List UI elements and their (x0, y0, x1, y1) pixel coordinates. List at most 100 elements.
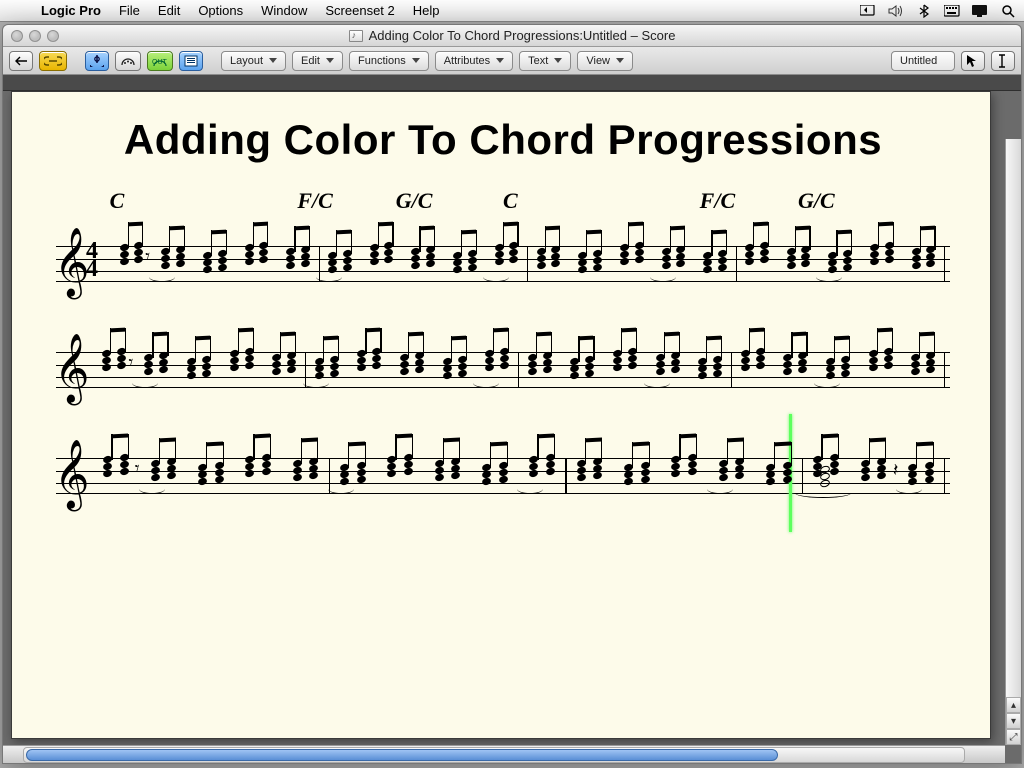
text-menu[interactable]: Text (519, 51, 571, 71)
note-stem (365, 442, 366, 466)
back-button[interactable] (9, 51, 33, 71)
text-tool[interactable] (991, 51, 1015, 71)
chord-symbol[interactable]: C (110, 188, 125, 214)
chord-symbol[interactable]: F/C (700, 188, 735, 214)
footer-bar (3, 745, 1005, 763)
view-menu[interactable]: View (577, 51, 633, 71)
tie (650, 272, 676, 282)
note-stem (476, 230, 477, 254)
beam (253, 222, 268, 227)
beam (795, 226, 810, 231)
link-button[interactable] (39, 51, 67, 71)
note-stem (551, 332, 552, 356)
window-titlebar[interactable]: Adding Color To Chord Progressions:Untit… (3, 25, 1021, 47)
beam (238, 328, 253, 333)
note-stem (508, 328, 509, 352)
tie (896, 484, 922, 494)
page-view-button[interactable] (179, 51, 203, 71)
beam (408, 332, 423, 337)
note-stem (743, 438, 744, 462)
beam (877, 328, 892, 333)
note-stem (933, 442, 934, 466)
note-stem (696, 434, 697, 458)
chord-symbol[interactable]: F/C (297, 188, 332, 214)
beam (253, 434, 270, 439)
note-stem (849, 336, 850, 360)
note-stem (554, 434, 555, 458)
score-title[interactable]: Adding Color To Chord Progressions (56, 116, 950, 164)
menu-edit[interactable]: Edit (149, 3, 189, 18)
time-signature[interactable]: 4 4 (86, 242, 98, 278)
barline (736, 246, 737, 282)
menu-options[interactable]: Options (189, 3, 252, 18)
midi-in-button[interactable] (115, 51, 141, 71)
attributes-menu[interactable]: Attributes (435, 51, 513, 71)
scroll-down-icon[interactable]: ▾ (1006, 713, 1021, 729)
note-stem (338, 336, 339, 360)
spotlight-icon[interactable] (1000, 3, 1016, 19)
minimize-button[interactable] (29, 30, 41, 42)
quarter-rest: 𝄽 (893, 460, 899, 481)
pointer-tool[interactable] (961, 51, 985, 71)
score-page[interactable]: Adding Color To Chord Progressions C F/C… (11, 91, 991, 739)
note-stem (175, 438, 176, 462)
beam (536, 332, 551, 337)
region-name-field[interactable]: Untitled (891, 51, 955, 71)
treble-clef-icon: 𝄞 (54, 444, 89, 504)
chevron-down-icon (269, 58, 277, 63)
scroll-thumb[interactable] (26, 749, 778, 761)
scroll-up-icon[interactable]: ▴ (1006, 697, 1021, 713)
beam (537, 434, 554, 439)
note-stem (167, 332, 168, 356)
staff-system[interactable]: 𝄞 𝄾 (56, 324, 950, 410)
note-stem (934, 226, 935, 250)
functions-menu[interactable]: Functions (349, 51, 429, 71)
note-stem (507, 442, 508, 466)
beam (711, 230, 726, 235)
menu-file[interactable]: File (110, 3, 149, 18)
note-stem (791, 442, 792, 466)
beam (443, 438, 460, 443)
chord-symbol[interactable]: G/C (396, 188, 433, 214)
staff-system[interactable]: 𝄞 4 4 𝄾 (56, 218, 950, 304)
beam (578, 336, 593, 341)
beam (294, 226, 309, 231)
beam (503, 222, 518, 227)
menu-help[interactable]: Help (404, 3, 449, 18)
note-stem (636, 328, 637, 352)
beam (545, 226, 560, 231)
scroll-corner: ⤢ (1006, 729, 1021, 745)
staff-system[interactable]: 𝄞 𝄾 𝄽 (56, 430, 950, 516)
midi-out-button[interactable]: OUT (147, 51, 173, 71)
beam (628, 222, 643, 227)
beam (664, 332, 679, 337)
app-name-menu[interactable]: Logic Pro (32, 3, 110, 18)
note-stem (838, 434, 839, 458)
layout-menu[interactable]: Layout (221, 51, 286, 71)
eighth-rest: 𝄾 (135, 458, 140, 479)
beam (301, 438, 318, 443)
tie (303, 378, 329, 388)
volume-icon[interactable] (888, 3, 904, 19)
bluetooth-icon[interactable] (916, 3, 932, 19)
menu-screenset[interactable]: Screenset 2 (316, 3, 403, 18)
beam (348, 442, 365, 447)
catch-playhead-button[interactable] (85, 51, 109, 71)
chord-symbol[interactable]: C (503, 188, 518, 214)
beam (586, 230, 601, 235)
beam (791, 332, 806, 337)
beam (727, 438, 744, 443)
edit-menu[interactable]: Edit (292, 51, 343, 71)
input-menu-icon[interactable] (944, 3, 960, 19)
chevron-down-icon (554, 58, 562, 63)
menu-window[interactable]: Window (252, 3, 316, 18)
note-stem (210, 336, 211, 360)
chord-symbol[interactable]: G/C (798, 188, 835, 214)
close-button[interactable] (11, 30, 23, 42)
zoom-button[interactable] (47, 30, 59, 42)
screen-share-icon[interactable] (860, 3, 876, 19)
vertical-scrollbar[interactable]: ▴ ▾ ⤢ (1005, 139, 1021, 745)
display-icon[interactable] (972, 3, 988, 19)
horizontal-scrollbar[interactable] (23, 747, 965, 763)
beam (878, 222, 893, 227)
